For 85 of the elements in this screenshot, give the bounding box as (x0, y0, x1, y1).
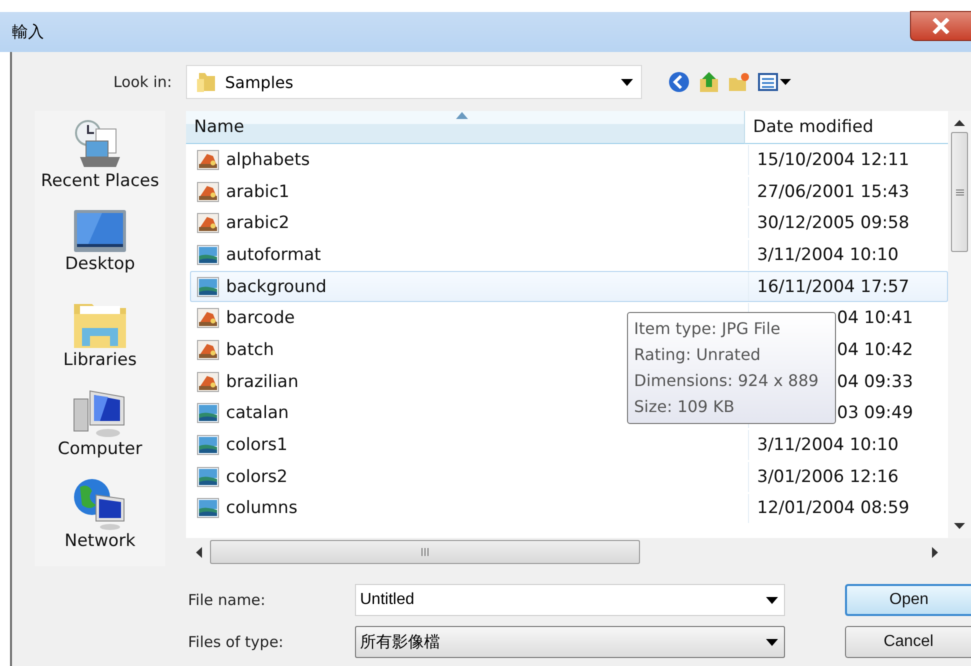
grip-icon (956, 188, 964, 196)
file-name: alphabets (226, 150, 310, 170)
date-modified: 15/10/2004 12:11 (757, 150, 910, 170)
file-name: arabic2 (226, 213, 290, 234)
date-modified: 04 09:33 (837, 372, 914, 392)
file-name: columns (226, 498, 298, 518)
file-type-label: Files of type: (188, 633, 284, 651)
file-name: autoformat (226, 244, 321, 265)
file-name: arabic1 (226, 182, 290, 202)
image-file-icon (197, 213, 219, 234)
image-file-icon (197, 498, 219, 518)
image-file-icon (197, 244, 219, 265)
sidebar-item[interactable]: Computer (35, 387, 165, 477)
sidebar-item[interactable]: Network (35, 476, 165, 566)
scroll-right-icon (932, 546, 938, 558)
scroll-thumb[interactable] (210, 540, 640, 564)
file-row[interactable]: alphabets 15/10/2004 12:11 (190, 144, 948, 176)
image-file-icon (197, 276, 219, 297)
close-button[interactable] (910, 11, 971, 41)
file-type-dropdown[interactable]: 所有影像檔 (355, 626, 785, 658)
new-folder-icon[interactable] (728, 71, 750, 93)
image-file-icon (197, 308, 219, 328)
image-file-icon (197, 372, 219, 392)
look-in-label: Look in: (112, 73, 172, 91)
sidebar-item[interactable]: Libraries (35, 298, 165, 388)
date-modified: 3/11/2004 10:10 (757, 435, 899, 456)
file-row[interactable]: colors2 3/01/2006 12:16 (190, 460, 948, 493)
dropdown-arrow-icon (766, 596, 778, 604)
scroll-thumb[interactable] (951, 132, 968, 252)
file-name-label: File name: (188, 591, 266, 609)
date-modified: 3/01/2006 12:16 (757, 466, 899, 487)
file-name: barcode (226, 308, 295, 328)
image-file-icon (197, 182, 219, 202)
sort-arrow-icon (456, 112, 468, 119)
file-row[interactable]: arabic1 27/06/2001 15:43 (190, 176, 948, 208)
image-file-icon (197, 435, 219, 456)
file-row[interactable]: background 16/11/2004 17:57 (190, 270, 948, 302)
tooltip-line: Size: 109 KB (634, 396, 736, 418)
date-modified: 16/11/2004 17:57 (757, 276, 910, 297)
date-modified: 12/01/2004 08:59 (757, 498, 910, 518)
up-folder-icon[interactable] (698, 71, 720, 93)
file-name: catalan (226, 403, 289, 424)
back-icon[interactable] (668, 71, 690, 93)
view-menu-icon[interactable] (758, 72, 792, 92)
date-modified: 04 10:41 (837, 308, 914, 328)
grip-icon (421, 548, 429, 556)
image-file-icon (197, 150, 219, 170)
image-file-icon (197, 466, 219, 487)
scroll-left-icon (196, 546, 202, 558)
vertical-scrollbar[interactable] (948, 111, 971, 538)
column-header[interactable]: Name (186, 111, 745, 144)
scroll-down-icon (954, 523, 965, 529)
date-modified: 30/12/2005 09:58 (757, 213, 910, 234)
tooltip-line: Dimensions: 924 x 889 (634, 370, 820, 392)
file-name: colors1 (226, 435, 288, 456)
file-name: colors2 (226, 466, 288, 487)
file-row[interactable]: arabic2 30/12/2005 09:58 (190, 207, 948, 240)
tooltip-line: Item type: JPG File (634, 318, 782, 340)
close-icon (932, 18, 950, 34)
date-modified: 03 09:49 (837, 403, 914, 424)
dropdown-arrow-icon (766, 638, 778, 646)
date-modified: 27/06/2001 15:43 (757, 182, 910, 202)
dropdown-arrow-icon (621, 78, 633, 86)
file-name: brazilian (226, 372, 298, 392)
file-row[interactable]: columns 12/01/2004 08:59 (190, 492, 948, 524)
file-row[interactable]: colors1 3/11/2004 10:10 (190, 429, 948, 461)
sidebar-item[interactable]: Recent Places (35, 119, 165, 208)
tooltip-line: Rating: Unrated (634, 344, 762, 366)
date-modified: 3/11/2004 10:10 (757, 244, 899, 265)
dialog-button[interactable]: Cancel (845, 626, 971, 658)
window-title: 輸入 (11, 22, 44, 42)
file-name: background (226, 276, 327, 297)
image-file-icon (197, 340, 219, 360)
horizontal-scrollbar[interactable] (186, 538, 971, 566)
dialog-button[interactable]: Open (845, 584, 971, 616)
desktop-icon (72, 208, 128, 254)
sidebar-item[interactable]: Desktop (35, 208, 165, 298)
scroll-up-icon (954, 120, 965, 126)
date-modified: 04 10:42 (837, 340, 914, 360)
image-file-icon (197, 403, 219, 424)
file-name-field[interactable]: Untitled (355, 584, 785, 616)
look-in-dropdown[interactable]: Samples (186, 65, 642, 99)
file-row[interactable]: autoformat 3/11/2004 10:10 (190, 239, 948, 271)
file-name: batch (226, 340, 274, 360)
folder-icon (195, 71, 217, 93)
